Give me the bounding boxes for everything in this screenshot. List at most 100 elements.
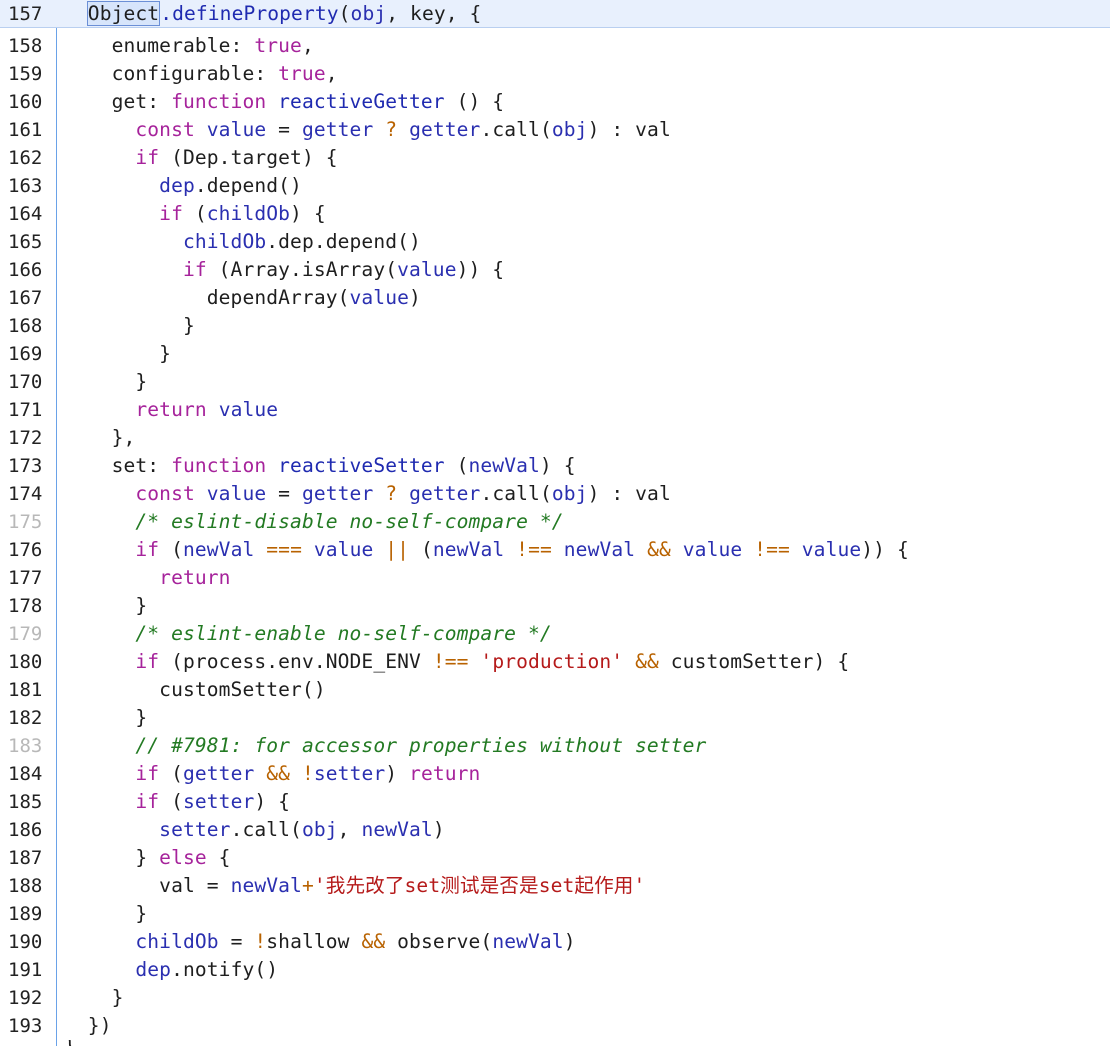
line-code[interactable]: return	[64, 564, 231, 592]
code-token: ,	[301, 34, 314, 57]
line-code[interactable]: /* eslint-enable no-self-compare */	[64, 620, 552, 648]
code-line[interactable]: 191 dep.notify()	[0, 956, 1110, 984]
line-number: 157	[8, 3, 43, 25]
line-code[interactable]: setter.call(obj, newVal)	[64, 816, 445, 844]
line-code[interactable]: if (newVal === value || (newVal !== newV…	[64, 536, 909, 564]
line-code[interactable]: dep.depend()	[64, 172, 302, 200]
code-line[interactable]: 189 }	[0, 900, 1110, 928]
code-token: // #7981: for accessor properties withou…	[135, 734, 707, 757]
code-line[interactable]: 186 setter.call(obj, newVal)	[0, 816, 1110, 844]
code-line[interactable]: 168 }	[0, 312, 1110, 340]
line-code[interactable]: customSetter()	[64, 676, 326, 704]
code-line[interactable]: 185 if (setter) {	[0, 788, 1110, 816]
code-line[interactable]: 176 if (newVal === value || (newVal !== …	[0, 536, 1110, 564]
line-code[interactable]: childOb = !shallow && observe(newVal)	[64, 928, 576, 956]
line-code[interactable]: set: function reactiveSetter (newVal) {	[64, 452, 576, 480]
code-token: setter	[182, 790, 255, 813]
code-editor[interactable]: 157 Object.defineProperty(obj, key, { 158…	[0, 0, 1110, 1046]
code-token: }	[64, 846, 160, 869]
code-line[interactable]: 167 dependArray(value)	[0, 284, 1110, 312]
code-line[interactable]: 160 get: function reactiveGetter () {	[0, 88, 1110, 116]
code-line[interactable]: 174 const value = getter ? getter.call(o…	[0, 480, 1110, 508]
code-line[interactable]: 163 dep.depend()	[0, 172, 1110, 200]
code-line[interactable]: 192 }	[0, 984, 1110, 1012]
line-code[interactable]: if (setter) {	[64, 788, 290, 816]
line-code[interactable]: get: function reactiveGetter () {	[64, 88, 505, 116]
code-line[interactable]: 161 const value = getter ? getter.call(o…	[0, 116, 1110, 144]
line-number: 185	[8, 791, 43, 813]
code-token: ) {	[290, 202, 326, 225]
code-line[interactable]: 184 if (getter && !setter) return	[0, 760, 1110, 788]
code-token: if	[135, 650, 160, 673]
code-line[interactable]: 171 return value	[0, 396, 1110, 424]
line-code[interactable]: val = newVal+'我先改了set测试是否是set起作用'	[64, 872, 645, 900]
line-code[interactable]: } else {	[64, 844, 231, 872]
code-line[interactable]: 177 return	[0, 564, 1110, 592]
line-code[interactable]: }	[64, 368, 147, 396]
code-token: true	[254, 34, 302, 57]
line-code[interactable]: if (process.env.NODE_ENV !== 'production…	[64, 648, 849, 676]
code-line[interactable]: 162 if (Dep.target) {	[0, 144, 1110, 172]
code-line[interactable]: 172 },	[0, 424, 1110, 452]
line-number: 191	[8, 959, 43, 981]
line-code[interactable]: }	[64, 900, 147, 928]
line-code[interactable]: })	[64, 1012, 112, 1040]
code-line[interactable]: 180 if (process.env.NODE_ENV !== 'produc…	[0, 648, 1110, 676]
line-code[interactable]: if (Dep.target) {	[64, 144, 338, 172]
line-number: 175	[8, 511, 43, 533]
line-code[interactable]: }	[64, 312, 195, 340]
code-line[interactable]: 190 childOb = !shallow && observe(newVal…	[0, 928, 1110, 956]
line-code[interactable]: /* eslint-disable no-self-compare */	[64, 508, 564, 536]
code-line[interactable]: 178 }	[0, 592, 1110, 620]
line-code[interactable]: childOb.dep.depend()	[64, 228, 421, 256]
code-line[interactable]: 159 configurable: true,	[0, 60, 1110, 88]
line-code[interactable]: configurable: true,	[64, 60, 338, 88]
code-line[interactable]: 187 } else {	[0, 844, 1110, 872]
line-code[interactable]: if (getter && !setter) return	[64, 760, 480, 788]
code-line[interactable]: 182 }	[0, 704, 1110, 732]
line-code[interactable]: }	[64, 592, 147, 620]
line-code[interactable]: }	[64, 704, 147, 732]
line-code[interactable]: }	[64, 340, 171, 368]
line-code[interactable]: if (Array.isArray(value)) {	[64, 256, 504, 284]
code-token: .defineProperty	[160, 2, 339, 25]
code-line[interactable]: 179 /* eslint-enable no-self-compare */	[0, 620, 1110, 648]
code-line[interactable]: 183 // #7981: for accessor properties wi…	[0, 732, 1110, 760]
line-code[interactable]: }	[64, 984, 124, 1012]
line-code[interactable]: },	[64, 424, 136, 452]
line-code[interactable]: dep.notify()	[64, 956, 278, 984]
line-code[interactable]: return value	[64, 396, 278, 424]
line-code[interactable]: dependArray(value)	[64, 284, 421, 312]
line-code[interactable]: if (childOb) {	[64, 200, 326, 228]
code-token: .notify()	[171, 958, 279, 981]
code-line[interactable]: 175 /* eslint-disable no-self-compare */	[0, 508, 1110, 536]
line-code[interactable]: Object.defineProperty(obj, key, {	[64, 0, 481, 28]
code-token: getter	[409, 118, 481, 141]
line-code[interactable]: // #7981: for accessor properties withou…	[64, 732, 706, 760]
code-line[interactable]: 173 set: function reactiveSetter (newVal…	[0, 452, 1110, 480]
line-code[interactable]: const value = getter ? getter.call(obj) …	[64, 480, 671, 508]
code-token: childOb	[135, 930, 219, 953]
code-line[interactable]: 169 }	[0, 340, 1110, 368]
code-token: }	[64, 370, 148, 393]
code-token: dep	[159, 174, 195, 197]
code-line[interactable]: 165 childOb.dep.depend()	[0, 228, 1110, 256]
code-line[interactable]: 158 enumerable: true,	[0, 32, 1110, 60]
line-number: 172	[8, 427, 43, 449]
code-line[interactable]: 170 }	[0, 368, 1110, 396]
code-line[interactable]: 181 customSetter()	[0, 676, 1110, 704]
code-token: const	[135, 118, 195, 141]
current-line[interactable]: 157 Object.defineProperty(obj, key, {	[0, 0, 1110, 28]
line-code[interactable]: enumerable: true,	[64, 32, 314, 60]
code-line[interactable]: 188 val = newVal+'我先改了set测试是否是set起作用'	[0, 872, 1110, 900]
code-line[interactable]: 166 if (Array.isArray(value)) {	[0, 256, 1110, 284]
code-token: .call(	[230, 818, 302, 841]
code-token: newVal	[182, 538, 255, 561]
code-line[interactable]: 193 })	[0, 1012, 1110, 1040]
line-code[interactable]: const value = getter ? getter.call(obj) …	[64, 116, 671, 144]
code-line[interactable]: 164 if (childOb) {	[0, 200, 1110, 228]
